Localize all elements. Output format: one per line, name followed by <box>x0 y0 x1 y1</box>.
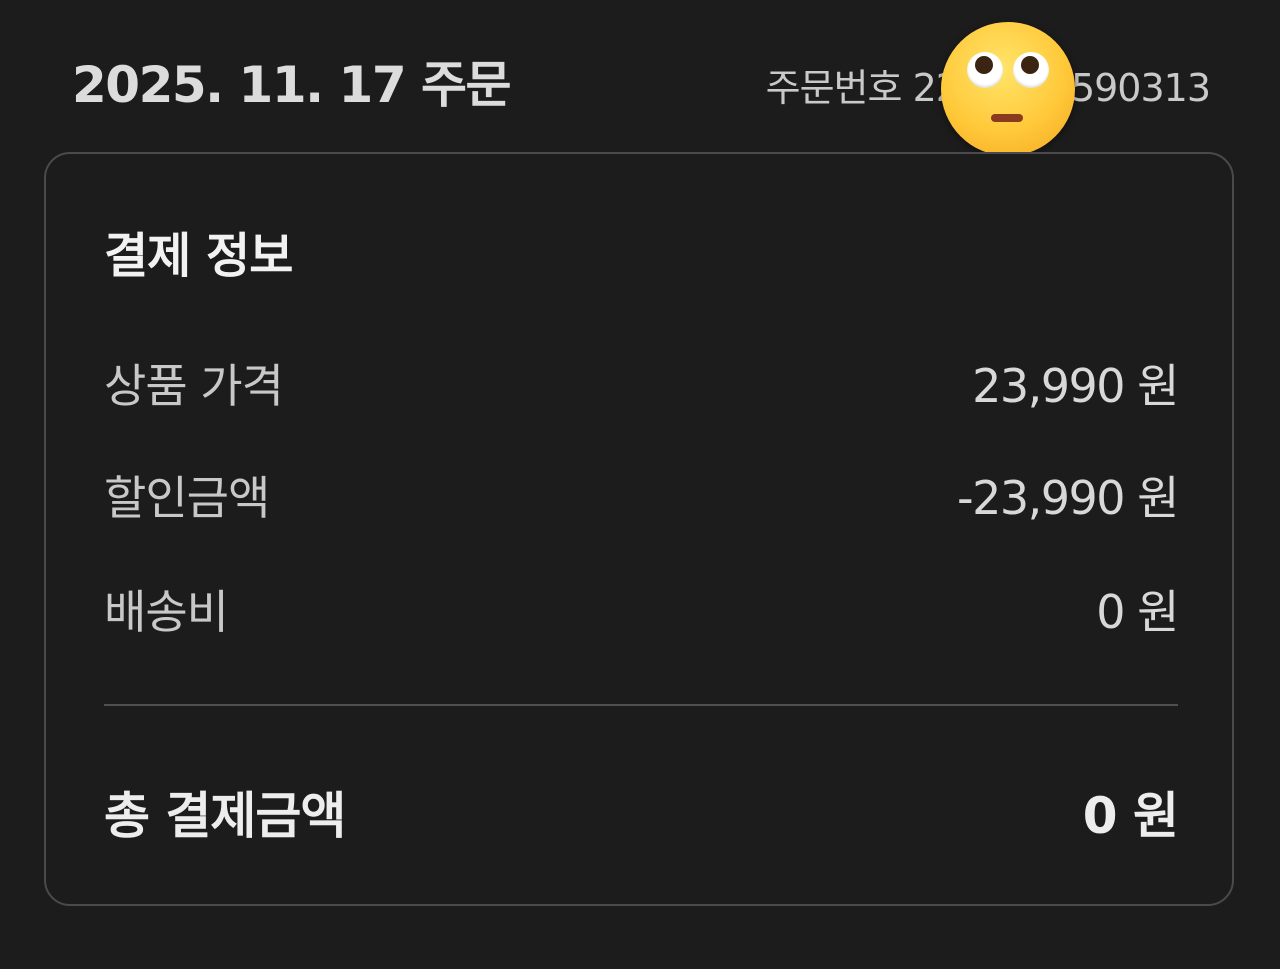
face-with-rolling-eyes-icon <box>941 22 1075 156</box>
total-payment-label: 총 결제금액 <box>104 787 346 845</box>
shipping-fee-value: 0 원 <box>1096 585 1179 639</box>
order-number-label: 주문번호 <box>765 66 903 110</box>
total-payment-row: 총 결제금액 0 원 <box>104 776 1179 845</box>
order-number-suffix: 590313 <box>1070 66 1211 110</box>
discount-value: -23,990 원 <box>957 471 1180 525</box>
product-price-row: 상품 가격 23,990 원 <box>104 350 1179 413</box>
product-price-label: 상품 가격 <box>104 359 284 413</box>
discount-row: 할인금액 -23,990 원 <box>104 462 1180 525</box>
divider <box>104 704 1178 706</box>
payment-info-card: 결제 정보 상품 가격 23,990 원 할인금액 -23,990 원 배송비 … <box>44 152 1234 906</box>
total-payment-value: 0 원 <box>1082 787 1179 845</box>
product-price-value: 23,990 원 <box>972 359 1179 413</box>
order-date: 2025. 11. 17 주문 <box>72 56 512 114</box>
payment-info-title: 결제 정보 <box>104 228 293 284</box>
discount-label: 할인금액 <box>104 471 270 525</box>
shipping-fee-row: 배송비 0 원 <box>104 576 1179 639</box>
emoji-right-eye <box>1013 52 1049 88</box>
emoji-left-eye <box>967 52 1003 88</box>
emoji-mouth <box>991 114 1023 122</box>
shipping-fee-label: 배송비 <box>104 585 229 639</box>
